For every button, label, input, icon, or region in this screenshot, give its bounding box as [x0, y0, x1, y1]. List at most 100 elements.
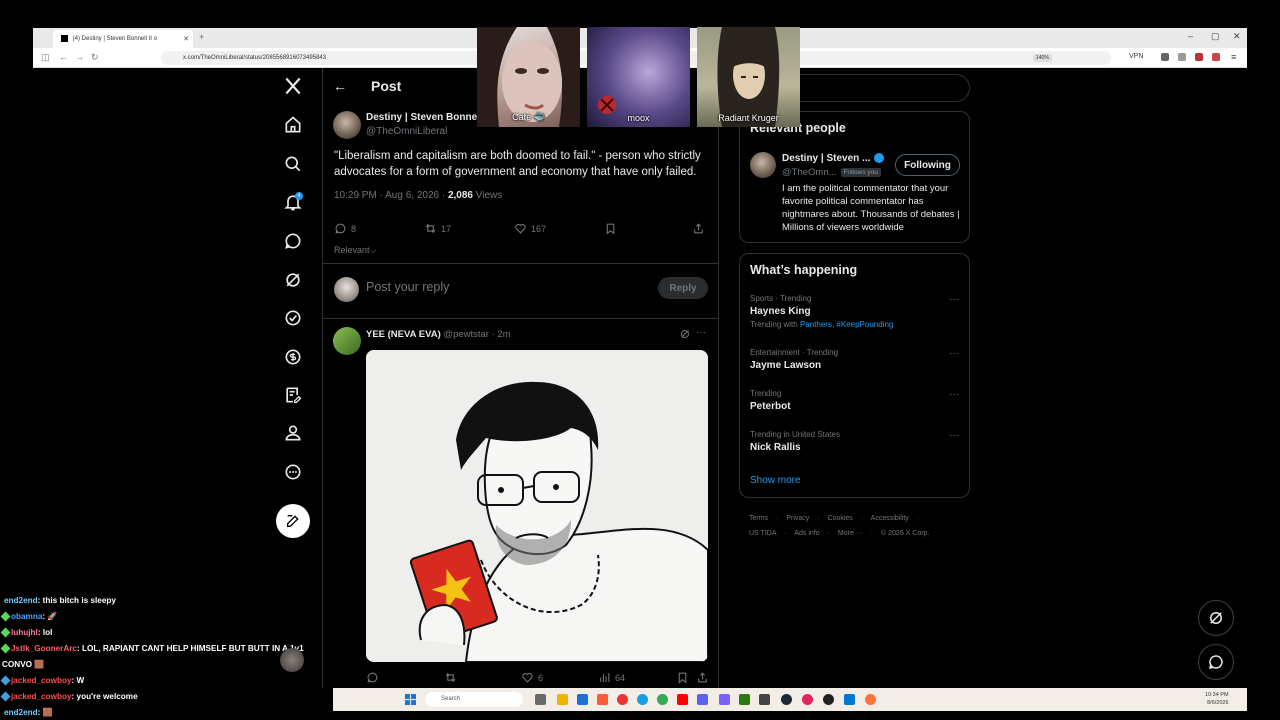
- reply-media-image[interactable]: [366, 350, 708, 662]
- reply-author-avatar[interactable]: [333, 327, 361, 355]
- repost-action[interactable]: 17: [424, 222, 451, 235]
- home-icon[interactable]: [280, 112, 306, 138]
- share-action[interactable]: [692, 222, 705, 235]
- x-logo-icon[interactable]: [280, 73, 306, 99]
- lists-icon[interactable]: [280, 382, 306, 408]
- grok-icon[interactable]: [280, 267, 306, 293]
- back-icon[interactable]: ←: [59, 52, 68, 62]
- trend-more-icon[interactable]: ···: [949, 389, 959, 400]
- trend-item[interactable]: Sports · Trending Haynes King Trending w…: [750, 294, 965, 329]
- current-user-avatar[interactable]: [334, 277, 359, 302]
- footer-link[interactable]: More ···: [838, 530, 863, 537]
- show-more-link[interactable]: Show more: [750, 475, 801, 486]
- footer-link[interactable]: US TIDA: [749, 530, 777, 537]
- reply-action[interactable]: [366, 671, 379, 684]
- messages-floating-button[interactable]: [1198, 644, 1234, 680]
- reply-input[interactable]: Post your reply: [366, 280, 449, 294]
- messages-icon[interactable]: [280, 228, 306, 254]
- views-action[interactable]: 64: [598, 671, 625, 684]
- zoom-badge[interactable]: 140%: [1033, 54, 1052, 62]
- reply-author-meta[interactable]: @pewtstar · 2m: [441, 329, 510, 340]
- taskbar-app-icon[interactable]: [844, 694, 855, 705]
- taskbar-app-icon[interactable]: [739, 694, 750, 705]
- task-view-icon[interactable]: [535, 694, 546, 705]
- taskbar-search-input[interactable]: Search: [425, 692, 523, 707]
- menu-icon[interactable]: ≡: [1231, 52, 1236, 62]
- post-timestamp[interactable]: 10:29 PM · Aug 6, 2026 ·: [334, 190, 448, 201]
- relevant-person-avatar[interactable]: [750, 152, 776, 178]
- repost-action[interactable]: [444, 671, 457, 684]
- discord-icon[interactable]: [697, 694, 708, 705]
- footer-link[interactable]: Cookies: [828, 515, 853, 522]
- profile-icon[interactable]: [280, 420, 306, 446]
- author-avatar[interactable]: [333, 111, 361, 139]
- author-handle[interactable]: @TheOmniLiberal: [366, 126, 447, 137]
- following-button[interactable]: Following: [895, 154, 960, 176]
- wallet-icon[interactable]: [1178, 53, 1186, 61]
- taskbar-clock[interactable]: 10:34 PM 8/6/2026: [1205, 691, 1229, 707]
- taskbar-app-icon[interactable]: [597, 694, 608, 705]
- edge-icon[interactable]: [637, 694, 648, 705]
- close-window-button[interactable]: ✕: [1233, 31, 1241, 42]
- compose-post-button[interactable]: [276, 504, 310, 538]
- obs-icon[interactable]: [802, 694, 813, 705]
- reply-sort-dropdown[interactable]: Relevant⌵: [334, 245, 376, 256]
- footer-link[interactable]: Terms: [749, 515, 768, 522]
- bookmark-action[interactable]: [604, 222, 617, 235]
- grok-icon[interactable]: [679, 328, 691, 340]
- youtube-icon[interactable]: [677, 694, 688, 705]
- reply-more-icon[interactable]: ···: [696, 327, 706, 338]
- new-tab-button[interactable]: +: [199, 32, 204, 42]
- chrome-icon[interactable]: [657, 694, 668, 705]
- opera-icon[interactable]: [617, 694, 628, 705]
- steam-icon[interactable]: [781, 694, 792, 705]
- taskbar-app-icon[interactable]: [577, 694, 588, 705]
- search-icon[interactable]: [280, 151, 306, 177]
- tab-close-icon[interactable]: ✕: [183, 35, 189, 43]
- trend-item[interactable]: Trending Peterbot ···: [750, 389, 965, 412]
- taskbar-app-icon[interactable]: [759, 694, 770, 705]
- premium-icon[interactable]: [280, 344, 306, 370]
- windows-start-icon[interactable]: [405, 694, 416, 705]
- sidebar-toggle-icon[interactable]: ◫: [41, 52, 50, 63]
- maximize-button[interactable]: ▢: [1211, 31, 1220, 42]
- extension-icon[interactable]: [1161, 53, 1169, 61]
- reply-action[interactable]: 8: [334, 222, 356, 235]
- reply-author-name[interactable]: YEE (NEVA EVA): [366, 329, 441, 340]
- extension-icon[interactable]: [1212, 53, 1220, 61]
- footer-link[interactable]: Accessibility: [871, 515, 909, 522]
- file-explorer-icon[interactable]: [557, 694, 568, 705]
- taskbar-app-icon[interactable]: [823, 694, 834, 705]
- trend-item[interactable]: Trending in United States Nick Rallis ··…: [750, 430, 965, 453]
- trend-item[interactable]: Entertainment · Trending Jayme Lawson ··…: [750, 348, 965, 371]
- chat-badge-icon: [0, 627, 11, 638]
- ad-blocker-icon[interactable]: [1195, 53, 1203, 61]
- verified-orgs-icon[interactable]: [280, 305, 306, 331]
- browser-tab[interactable]: (4) Destiny | Steven Bonnell II o ✕: [53, 30, 193, 48]
- bookmark-action[interactable]: [676, 671, 689, 684]
- footer-link[interactable]: Ads info: [794, 530, 819, 537]
- trend-more-icon[interactable]: ···: [949, 294, 959, 305]
- firefox-icon[interactable]: [865, 694, 876, 705]
- back-arrow-icon[interactable]: ←: [333, 78, 347, 94]
- like-action[interactable]: 6: [521, 671, 543, 684]
- relevant-person-name[interactable]: Destiny | Steven ...: [782, 153, 885, 164]
- forward-icon[interactable]: →: [75, 52, 84, 62]
- trend-more-icon[interactable]: ···: [949, 430, 959, 441]
- grok-floating-button[interactable]: [1198, 600, 1234, 636]
- reply-button[interactable]: Reply: [658, 277, 708, 299]
- footer-link[interactable]: Privacy: [786, 515, 809, 522]
- minimize-button[interactable]: –: [1188, 31, 1193, 41]
- like-action[interactable]: 167: [514, 222, 546, 235]
- author-name[interactable]: Destiny | Steven Bonnell II: [366, 112, 491, 123]
- trend-more-icon[interactable]: ···: [949, 348, 959, 359]
- taskbar-app-icon[interactable]: [719, 694, 730, 705]
- vpn-button[interactable]: VPN: [1129, 53, 1143, 60]
- follows-you-badge: Follows you: [840, 167, 881, 177]
- reload-icon[interactable]: ↻: [91, 52, 99, 63]
- more-options-icon[interactable]: [280, 459, 306, 485]
- relevant-people-card: Relevant people Destiny | Steven ... @Th…: [739, 111, 970, 243]
- trend-related-link[interactable]: Panthers, #KeepPounding: [800, 320, 893, 329]
- relevant-person-handle[interactable]: @TheOmn... Follows you: [782, 167, 881, 178]
- share-action[interactable]: [696, 671, 709, 684]
